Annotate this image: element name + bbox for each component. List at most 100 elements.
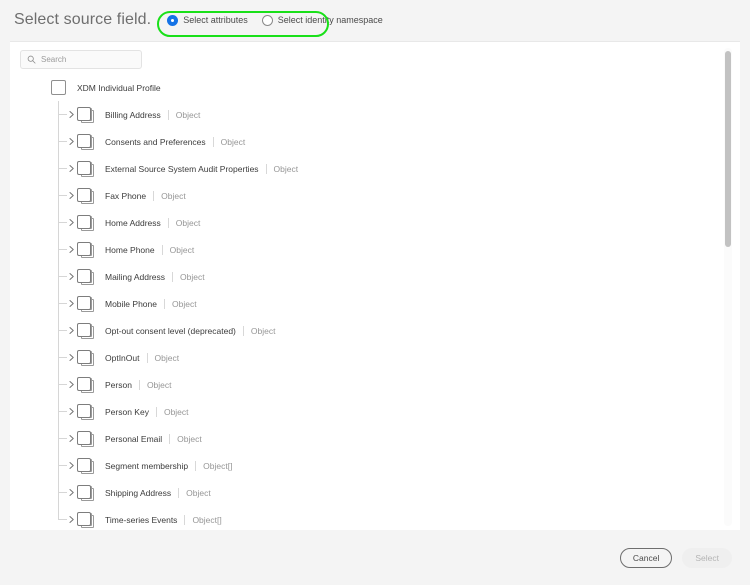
tree-node-type: Object[] bbox=[203, 460, 233, 471]
tree-node-type: Object bbox=[186, 487, 211, 498]
checkbox-xdm-individual-profile[interactable] bbox=[51, 80, 66, 95]
cancel-button[interactable]: Cancel bbox=[619, 547, 673, 568]
tree-node-label: Opt-out consent level (deprecated) bbox=[105, 325, 236, 336]
divider bbox=[212, 136, 214, 147]
tree-node[interactable]: Mobile Phone Object bbox=[10, 290, 726, 317]
tree-node[interactable]: Personal Email Object bbox=[10, 425, 726, 452]
tree-node[interactable]: Home Address Object bbox=[10, 209, 726, 236]
tree-node-label: Segment membership bbox=[105, 460, 189, 471]
chevron-right-icon[interactable] bbox=[68, 434, 75, 443]
tree-node-type: Object bbox=[250, 325, 276, 336]
checkbox-object-stack-icon[interactable] bbox=[77, 133, 94, 150]
tree-node[interactable]: Person Key Object bbox=[10, 398, 726, 425]
tree-node-label: OptInOut bbox=[105, 352, 140, 363]
divider bbox=[184, 514, 186, 525]
chevron-right-icon[interactable] bbox=[68, 245, 75, 254]
divider bbox=[167, 109, 169, 120]
tree-node-type: Object bbox=[163, 406, 189, 417]
select-source-field-dialog: Select source field. Select attributes S… bbox=[0, 0, 750, 585]
search-row: Search bbox=[20, 50, 142, 69]
checkbox-object-stack-icon[interactable] bbox=[77, 187, 94, 204]
tree-node[interactable]: OptInOut Object bbox=[10, 344, 726, 371]
radio-select-attributes-label: Select attributes bbox=[183, 15, 248, 25]
divider bbox=[167, 217, 169, 228]
search-input[interactable]: Search bbox=[20, 50, 142, 69]
tree-root-row[interactable]: XDM Individual Profile bbox=[10, 74, 726, 101]
chevron-right-icon[interactable] bbox=[68, 461, 75, 470]
checkbox-object-stack-icon[interactable] bbox=[77, 484, 94, 501]
tree-node-type: Object bbox=[180, 271, 205, 282]
tree-elbow-line bbox=[58, 330, 67, 331]
chevron-right-icon[interactable] bbox=[68, 407, 75, 416]
tree-node-label: Time-series Events bbox=[105, 514, 178, 525]
divider bbox=[146, 352, 148, 363]
select-button[interactable]: Select bbox=[682, 547, 732, 568]
tree-elbow-line bbox=[58, 384, 67, 385]
tree-node-type: Object bbox=[161, 190, 186, 201]
tree-node-label: Shipping Address bbox=[105, 487, 172, 498]
tree-node[interactable]: Segment membership Object[] bbox=[10, 452, 726, 479]
scrollbar-thumb[interactable] bbox=[725, 51, 731, 247]
radio-select-attributes[interactable]: Select attributes bbox=[167, 14, 248, 26]
tree-node-type: Object bbox=[154, 352, 180, 363]
tree-elbow-line bbox=[58, 438, 67, 439]
checkbox-object-stack-icon[interactable] bbox=[77, 268, 94, 285]
tree-node-label: Home Phone bbox=[105, 244, 155, 255]
divider bbox=[195, 460, 197, 471]
chevron-right-icon[interactable] bbox=[68, 137, 75, 146]
divider bbox=[155, 406, 157, 417]
tree-node[interactable]: Home Phone Object bbox=[10, 236, 726, 263]
tree-node[interactable]: External Source System Audit Properties … bbox=[10, 155, 726, 182]
chevron-right-icon[interactable] bbox=[68, 272, 75, 281]
radio-select-identity-namespace[interactable]: Select identity namespace bbox=[261, 14, 383, 26]
checkbox-object-stack-icon[interactable] bbox=[77, 106, 94, 123]
checkbox-object-stack-icon[interactable] bbox=[77, 241, 94, 258]
chevron-right-icon[interactable] bbox=[68, 164, 75, 173]
tree-elbow-line bbox=[58, 519, 67, 520]
tree-node-label: Personal Email bbox=[105, 433, 163, 444]
radio-selected-icon bbox=[167, 14, 179, 26]
divider bbox=[265, 163, 267, 174]
tree-node[interactable]: Shipping Address Object bbox=[10, 479, 726, 506]
chevron-right-icon[interactable] bbox=[68, 191, 75, 200]
source-mode-radio-group: Select attributes Select identity namesp… bbox=[157, 10, 395, 37]
tree-node-type: Object[] bbox=[192, 514, 222, 525]
checkbox-object-stack-icon[interactable] bbox=[77, 511, 94, 528]
tree-node-type: Object bbox=[220, 136, 246, 147]
tree-node[interactable]: Opt-out consent level (deprecated) Objec… bbox=[10, 317, 726, 344]
divider bbox=[169, 433, 171, 444]
tree-node[interactable]: Person Object bbox=[10, 371, 726, 398]
tree-node[interactable]: Fax Phone Object bbox=[10, 182, 726, 209]
checkbox-object-stack-icon[interactable] bbox=[77, 430, 94, 447]
chevron-right-icon[interactable] bbox=[68, 299, 75, 308]
tree-elbow-line bbox=[58, 492, 67, 493]
tree-node[interactable]: Billing Address Object bbox=[10, 101, 726, 128]
tree-elbow-line bbox=[58, 249, 67, 250]
chevron-right-icon[interactable] bbox=[68, 110, 75, 119]
chevron-right-icon[interactable] bbox=[68, 488, 75, 497]
checkbox-object-stack-icon[interactable] bbox=[77, 214, 94, 231]
tree-node-type: Object bbox=[146, 379, 172, 390]
checkbox-object-stack-icon[interactable] bbox=[77, 376, 94, 393]
checkbox-object-stack-icon[interactable] bbox=[77, 295, 94, 312]
chevron-right-icon[interactable] bbox=[68, 515, 75, 524]
tree-children: Billing Address Object Consents and Pref… bbox=[10, 101, 726, 531]
tree-node-type: Object bbox=[273, 163, 299, 174]
tree-node[interactable]: Mailing Address Object bbox=[10, 263, 726, 290]
checkbox-object-stack-icon[interactable] bbox=[77, 403, 94, 420]
tree-node[interactable]: Time-series Events Object[] bbox=[10, 506, 726, 531]
divider bbox=[138, 379, 140, 390]
chevron-right-icon[interactable] bbox=[68, 353, 75, 362]
checkbox-object-stack-icon[interactable] bbox=[77, 349, 94, 366]
checkbox-object-stack-icon[interactable] bbox=[77, 322, 94, 339]
divider bbox=[178, 487, 180, 498]
checkbox-object-stack-icon[interactable] bbox=[77, 457, 94, 474]
chevron-right-icon[interactable] bbox=[68, 380, 75, 389]
checkbox-object-stack-icon[interactable] bbox=[77, 160, 94, 177]
chevron-right-icon[interactable] bbox=[68, 326, 75, 335]
tree-elbow-line bbox=[58, 411, 67, 412]
chevron-right-icon[interactable] bbox=[68, 218, 75, 227]
tree-node[interactable]: Consents and Preferences Object bbox=[10, 128, 726, 155]
divider bbox=[161, 244, 163, 255]
radio-select-identity-namespace-label: Select identity namespace bbox=[277, 15, 383, 25]
